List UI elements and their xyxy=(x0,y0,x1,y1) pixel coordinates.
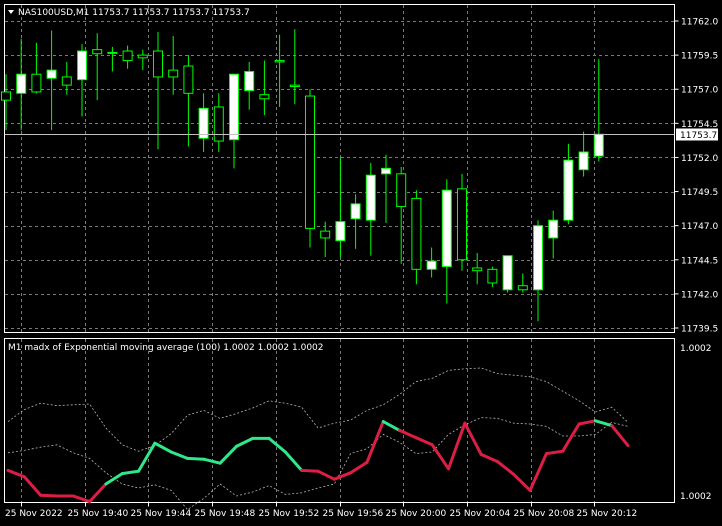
time-axis-label: 25 Nov 19:40 xyxy=(68,509,129,519)
time-axis-label: 25 Nov 19:52 xyxy=(259,509,320,519)
bull-candle-body xyxy=(46,69,57,79)
bull-candle-body xyxy=(441,189,452,268)
symbol-header: NAS100USD,M1 11753.7 11753.7 11753.7 117… xyxy=(18,8,250,18)
time-axis-label: 25 Nov 20:08 xyxy=(514,509,575,519)
price-axis-label: 11749.5 xyxy=(681,188,718,198)
bull-candle-body xyxy=(77,50,87,81)
bear-candle-body xyxy=(213,106,224,142)
bull-candle-body xyxy=(335,221,346,242)
bear-candle-body xyxy=(517,285,528,291)
time-axis-label: 25 Nov 2022 xyxy=(5,509,63,519)
bull-candle-body xyxy=(350,203,361,220)
price-axis-label: 11744.5 xyxy=(681,256,718,266)
bull-candle-body xyxy=(365,174,376,221)
current-price-tag: 11753.7 xyxy=(676,128,718,141)
bear-candle-body xyxy=(472,267,483,272)
time-axis-label: 25 Nov 19:44 xyxy=(131,509,192,519)
bear-candle-body xyxy=(274,60,285,63)
time-axis: 25 Nov 2022 25 Nov 19:40 25 Nov 19:44 25 No… xyxy=(5,502,638,519)
price-axis-label: 11762.0 xyxy=(681,18,718,28)
bull-candle-body xyxy=(578,151,589,171)
chart-canvas: NAS100USD,M1 11753.7 11753.7 11753.7 117… xyxy=(1,4,718,519)
bull-candle-body xyxy=(16,73,27,94)
bull-candle-body xyxy=(563,159,574,221)
bear-candle-body xyxy=(305,95,315,229)
bear-candle-body xyxy=(396,173,407,208)
indicator-line-up-segment xyxy=(185,456,206,461)
bear-candle-body xyxy=(153,50,163,78)
bull-candle-body xyxy=(593,133,604,157)
indicator-axis-bottom: 1.0002 xyxy=(680,492,712,502)
price-pane-frame xyxy=(4,4,675,333)
price-axis-label: 11754.5 xyxy=(681,120,718,130)
indicator-line-down-segment xyxy=(300,468,320,473)
bear-candle-body xyxy=(92,49,103,55)
price-axis: 11762.0 11759.5 11757.0 11754.5 11752.0 11749… xyxy=(674,18,718,335)
bull-candle-body xyxy=(381,167,391,175)
current-price-tag-label: 11753.7 xyxy=(680,131,717,141)
bear-candle-body xyxy=(411,197,422,270)
bear-candle-body xyxy=(31,73,42,93)
bear-candle-body xyxy=(122,50,133,62)
indicator-axis-top: 1.0002 xyxy=(680,344,712,354)
bear-candle-body xyxy=(457,188,467,261)
bear-candle-body xyxy=(320,230,331,239)
bull-candle-body xyxy=(244,70,255,92)
bear-candle-body xyxy=(487,268,498,284)
indicator-pane[interactable]: M1 madx of Exponential moving average (1… xyxy=(4,338,675,511)
price-axis-label: 11757.0 xyxy=(681,86,718,96)
bear-candle-body xyxy=(183,65,194,94)
bear-candle-body xyxy=(289,84,300,87)
trading-terminal-window: NAS100USD,M1 11753.7 11753.7 11753.7 117… xyxy=(0,0,722,526)
price-axis-label: 11739.5 xyxy=(681,325,718,335)
time-axis-label: 25 Nov 20:00 xyxy=(386,509,447,519)
bull-candle-body xyxy=(229,73,239,141)
price-axis-label: 11752.0 xyxy=(681,154,718,164)
time-axis-label: 25 Nov 19:56 xyxy=(323,509,384,519)
price-axis-label: 11747.0 xyxy=(681,222,718,232)
price-axis-label: 11759.5 xyxy=(681,52,718,62)
price-pane[interactable]: NAS100USD,M1 11753.7 11753.7 11753.7 117… xyxy=(1,4,675,333)
time-axis-label: 25 Nov 20:04 xyxy=(450,509,511,519)
bear-candle-body xyxy=(61,76,72,86)
bear-candle-body xyxy=(1,91,11,101)
bull-candle-body xyxy=(548,219,559,239)
time-axis-label: 25 Nov 19:48 xyxy=(195,509,256,519)
indicator-line-down-segment xyxy=(39,493,59,498)
bear-candle-body xyxy=(137,54,148,59)
bull-candle-body xyxy=(198,107,209,139)
bull-candle-body xyxy=(426,260,437,270)
bear-candle-body xyxy=(168,69,179,78)
price-axis-label: 11742.0 xyxy=(681,290,718,300)
time-axis-label: 25 Nov 20:12 xyxy=(577,509,638,519)
bull-candle-body xyxy=(533,225,543,291)
bull-candle-body xyxy=(107,51,118,54)
bull-candle-body xyxy=(502,255,513,291)
indicator-header: M1 madx of Exponential moving average (1… xyxy=(8,343,324,353)
bear-candle-body xyxy=(259,94,270,100)
